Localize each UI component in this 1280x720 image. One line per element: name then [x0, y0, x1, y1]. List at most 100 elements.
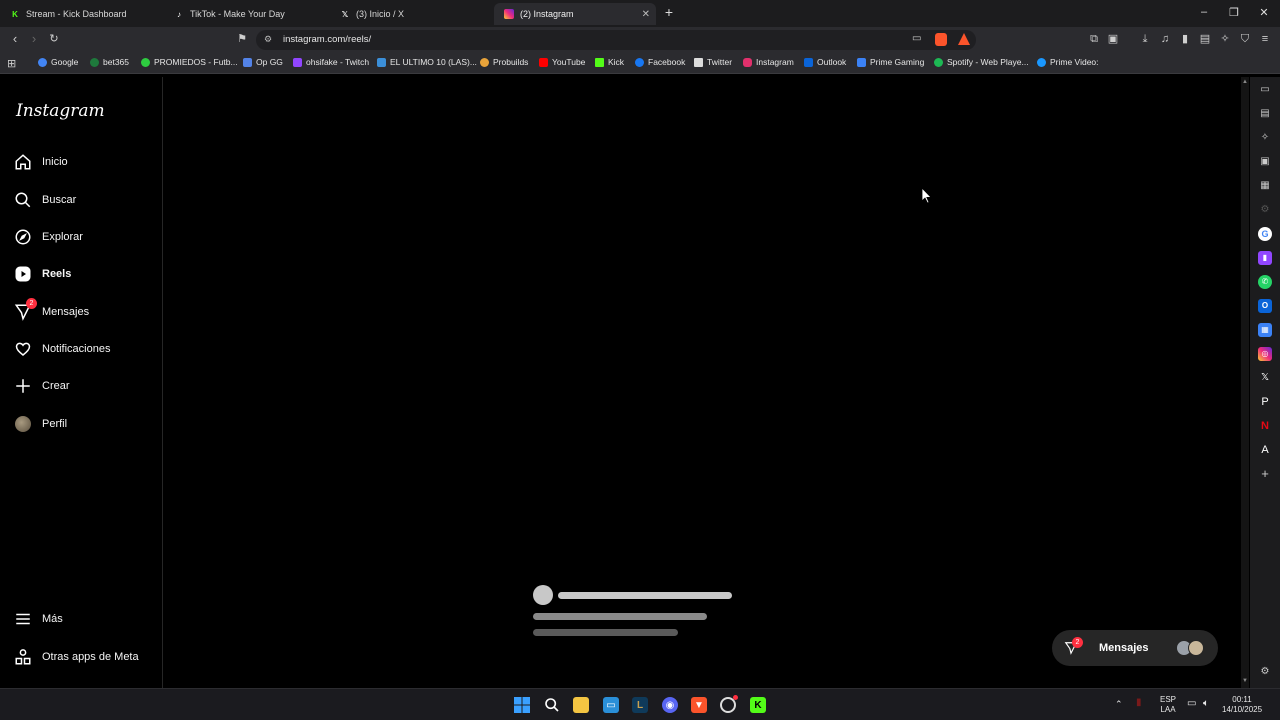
reels-viewer[interactable]	[164, 77, 1240, 688]
netflix-icon[interactable]: N	[1258, 419, 1272, 433]
kick-icon[interactable]: K	[750, 697, 766, 713]
address-bar[interactable]: ⚙ instagram.com/reels/ ▭	[256, 30, 976, 50]
bookmark-el-ultimo-10[interactable]: EL ULTIMO 10 (LAS)...	[377, 57, 477, 67]
font-a-icon[interactable]: A	[1258, 443, 1272, 457]
new-tab-icon[interactable]: +	[662, 4, 676, 20]
bookmark-opgg[interactable]: Op GG	[243, 57, 283, 67]
chevron-up-icon[interactable]: ⌃	[1115, 699, 1123, 709]
bookmark-facebook[interactable]: Facebook	[635, 57, 685, 67]
twitch-icon[interactable]: ▮	[1258, 251, 1272, 265]
file-explorer-icon[interactable]	[573, 697, 589, 713]
loading-avatar-placeholder	[533, 585, 553, 605]
bookmark-twitter[interactable]: Twitter	[694, 57, 732, 67]
back-icon[interactable]: ‹	[8, 32, 22, 46]
bookmark-prime-gaming[interactable]: Prime Gaming	[857, 57, 924, 67]
bookmark-twitch[interactable]: ohsifake - Twitch	[293, 57, 369, 67]
network-icon[interactable]: ▭	[1187, 699, 1196, 709]
nav-mas[interactable]: Más	[14, 606, 63, 632]
google-icon[interactable]: G	[1258, 227, 1272, 241]
brave-rewards-icon[interactable]	[958, 33, 970, 45]
instagram-icon[interactable]: ◎	[1258, 347, 1272, 361]
nav-mensajes[interactable]: 2 Mensajes	[14, 298, 89, 325]
scroll-down-icon[interactable]: ▼	[1242, 678, 1248, 684]
search-icon[interactable]	[544, 697, 560, 713]
pinterest-p-icon[interactable]: P	[1258, 395, 1272, 409]
scroll-up-icon[interactable]: ▲	[1242, 79, 1248, 85]
wallet-icon[interactable]: ▣	[1106, 32, 1120, 46]
nav-inicio[interactable]: Inicio	[14, 149, 68, 175]
bookmarks-panel-icon[interactable]: ▣	[1258, 155, 1272, 169]
nav-notificaciones[interactable]: Notificaciones	[14, 336, 110, 362]
tab-x[interactable]: 𝕏 (3) Inicio / X	[330, 3, 494, 25]
history-icon[interactable]: ▦	[1258, 179, 1272, 193]
close-tab-icon[interactable]: ✕	[642, 9, 650, 20]
close-window-icon[interactable]: ✕	[1257, 6, 1271, 19]
media-icon[interactable]: ♫	[1158, 32, 1172, 46]
bookmark-probuilds[interactable]: Probuilds	[480, 57, 528, 67]
bookmark-prime-video[interactable]: Prime Video:	[1037, 57, 1099, 67]
bookmark-label: Instagram	[756, 57, 794, 67]
whatsapp-icon[interactable]: ✆	[1258, 275, 1272, 289]
leo-ai-icon[interactable]: ✧	[1218, 32, 1232, 46]
tray-app-icon[interactable]: ▮	[1136, 698, 1142, 708]
nav-otras-apps-meta[interactable]: Otras apps de Meta	[14, 644, 139, 670]
discord-icon[interactable]: ◉	[662, 697, 678, 713]
tab-kick-dashboard[interactable]: K Stream - Kick Dashboard	[0, 3, 162, 25]
language-indicator[interactable]: ESP LAA	[1157, 695, 1179, 715]
url-text[interactable]: instagram.com/reels/	[283, 34, 371, 45]
nav-reels[interactable]: Reels	[14, 261, 71, 287]
bookmark-bet365[interactable]: bet365	[90, 57, 129, 67]
bookmark-spotify[interactable]: Spotify - Web Playe...	[934, 57, 1029, 67]
nav-buscar[interactable]: Buscar	[14, 187, 76, 213]
bookmark-label: YouTube	[552, 57, 586, 67]
tab-instagram[interactable]: (2) Instagram ✕	[494, 3, 656, 25]
sidebar-settings-icon[interactable]: ⚙	[1258, 665, 1272, 679]
vpn-icon[interactable]: ⛉	[1238, 32, 1252, 46]
bookmark-youtube[interactable]: YouTube	[539, 57, 585, 67]
x-icon[interactable]: 𝕏	[1258, 371, 1272, 385]
minimize-icon[interactable]: –	[1197, 6, 1211, 18]
brave-shields-icon[interactable]	[935, 33, 947, 46]
clock[interactable]: 00:11 14/10/2025	[1222, 695, 1262, 715]
scrollbar[interactable]: ▲ ▼	[1241, 77, 1249, 688]
forward-icon[interactable]: ›	[27, 32, 41, 46]
bookmark-icon[interactable]: ⚑	[235, 32, 249, 46]
compass-icon	[14, 228, 32, 246]
add-panel-icon[interactable]: +	[1258, 467, 1272, 481]
tab-title: Stream - Kick Dashboard	[26, 9, 127, 19]
brave-browser-icon[interactable]: ▼	[691, 697, 707, 713]
bookmark-google[interactable]: Google	[38, 57, 78, 67]
outlook-icon[interactable]: O	[1258, 299, 1272, 313]
windows-start-icon[interactable]	[514, 697, 530, 713]
nav-label: Notificaciones	[42, 343, 111, 355]
monitor-app-icon[interactable]: ▭	[603, 697, 619, 713]
volume-icon[interactable]: 🔈︎	[1203, 699, 1209, 709]
messages-floating-button[interactable]: 2 Mensajes	[1052, 630, 1218, 666]
reading-list-icon[interactable]: ▭	[1258, 83, 1272, 97]
sidebar-toggle-icon[interactable]: ▮	[1178, 32, 1192, 46]
messenger-app-icon[interactable]: ▦	[1258, 323, 1272, 337]
bookmark-kick[interactable]: Kick	[595, 57, 624, 67]
leo-ai-icon[interactable]: ✧	[1258, 131, 1272, 145]
prime-video-icon	[1037, 57, 1046, 67]
site-info-icon[interactable]: ⚙	[264, 34, 272, 45]
bookmark-outlook[interactable]: Outlook	[804, 57, 846, 67]
cast-icon[interactable]: ▭	[912, 33, 921, 44]
instagram-logo[interactable]: Instagram	[16, 101, 105, 121]
menu-icon[interactable]: ≡	[1258, 32, 1272, 46]
league-of-legends-icon[interactable]: L	[632, 697, 648, 713]
restore-icon[interactable]: ❐	[1227, 6, 1241, 19]
reload-icon[interactable]: ↻	[47, 32, 61, 46]
tab-tiktok[interactable]: ♪ TikTok - Make Your Day	[164, 3, 328, 25]
wallet-icon[interactable]: ▤	[1258, 107, 1272, 121]
bookmark-instagram[interactable]: Instagram	[743, 57, 794, 67]
nav-crear[interactable]: Crear	[14, 373, 70, 399]
settings-gear-icon[interactable]: ⚙	[1258, 203, 1272, 217]
nav-explorar[interactable]: Explorar	[14, 224, 83, 250]
download-icon[interactable]: ⤓	[1138, 32, 1152, 46]
nav-perfil[interactable]: Perfil	[14, 411, 67, 437]
bookmark-promiedos[interactable]: PROMIEDOS - Futb...	[141, 57, 238, 67]
extensions-icon[interactable]: ⧉	[1087, 32, 1101, 46]
wallet2-icon[interactable]: ▤	[1198, 32, 1212, 46]
apps-grid-icon[interactable]: ⊞	[7, 57, 16, 70]
